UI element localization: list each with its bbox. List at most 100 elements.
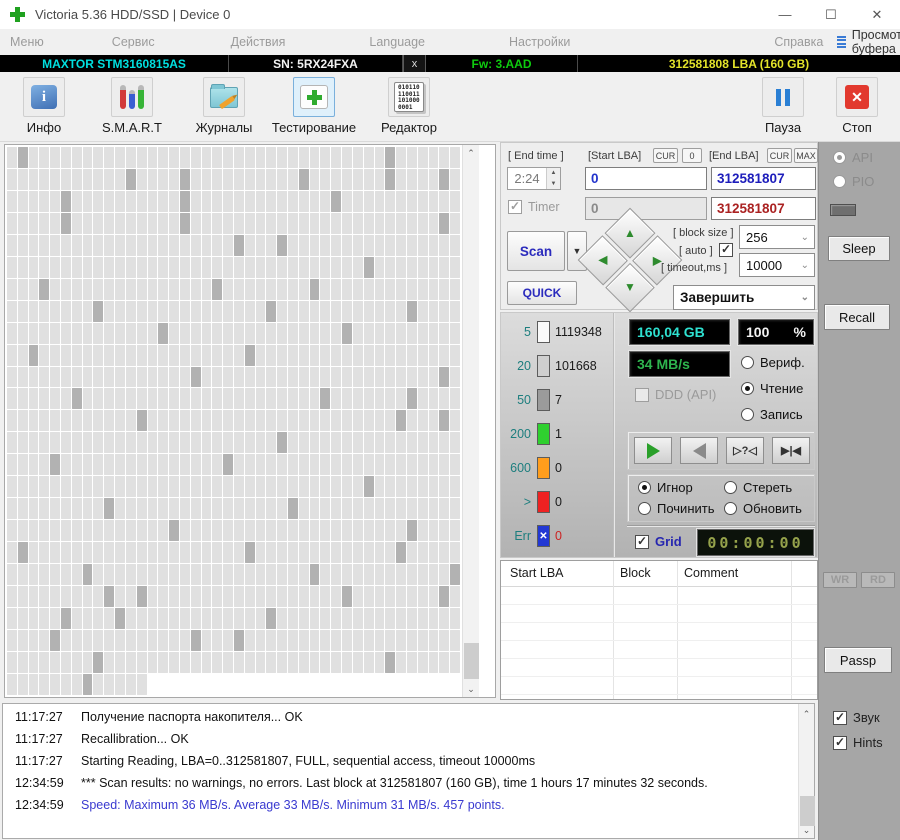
scan-block	[352, 629, 363, 651]
passp-button[interactable]: Passp	[824, 647, 892, 673]
scroll-down-icon[interactable]: ⌄	[463, 681, 479, 697]
scan-block	[288, 212, 298, 234]
scroll-up-icon[interactable]: ⌃	[463, 145, 479, 161]
stop-button[interactable]: ✕ Стоп	[826, 77, 888, 135]
scan-block	[61, 564, 71, 586]
scan-block	[406, 651, 417, 673]
quick-button[interactable]: QUICK	[507, 281, 577, 305]
on-finish-select[interactable]: Завершить ⌄	[673, 285, 815, 310]
end-time-spinner[interactable]: 2:24 ▲ ▼	[507, 167, 561, 190]
maximize-button[interactable]: ☐	[808, 0, 854, 29]
scan-block	[320, 629, 331, 651]
end-max-button[interactable]: MAX	[794, 148, 818, 163]
scan-block	[125, 234, 136, 256]
auto-checkbox[interactable]	[719, 242, 733, 257]
editor-button[interactable]: 010110 110011 101000 0001 Редактор	[366, 77, 452, 135]
scan-block	[93, 410, 104, 432]
grid-checkbox[interactable]: Grid	[635, 534, 682, 549]
scan-block	[179, 498, 190, 520]
start-zero-button[interactable]: 0	[682, 148, 702, 163]
scan-block	[309, 476, 320, 498]
device-close-button[interactable]: x	[403, 55, 426, 72]
buffer-view-button[interactable]: Просмотр буфера	[837, 28, 900, 56]
scan-block	[439, 651, 450, 673]
column-start-lba[interactable]: Start LBA	[510, 566, 564, 580]
minimize-button[interactable]: —	[762, 0, 808, 29]
scan-block	[28, 168, 39, 190]
scan-block	[169, 586, 179, 608]
scan-scrollbar[interactable]: ⌃ ⌄	[462, 145, 479, 697]
start-lba-input[interactable]: 0	[585, 167, 707, 190]
info-button[interactable]: i Инфо	[8, 77, 80, 135]
end-lba2-input[interactable]: 312581807	[711, 197, 816, 220]
scan-block	[255, 278, 266, 300]
scan-block	[158, 410, 169, 432]
column-comment[interactable]: Comment	[684, 566, 738, 580]
end-cur-button[interactable]: CUR	[767, 148, 792, 163]
close-button[interactable]: ✕	[854, 0, 900, 29]
block-size-select[interactable]: 256 ⌄	[739, 225, 815, 249]
recall-button[interactable]: Recall	[824, 304, 890, 330]
timeout-select[interactable]: 10000 ⌄	[739, 253, 815, 277]
scroll-down-icon[interactable]: ⌄	[799, 822, 814, 838]
scan-block	[255, 366, 266, 388]
scan-block	[277, 168, 288, 190]
scan-block	[342, 388, 352, 410]
scan-block	[179, 147, 190, 168]
menu-language[interactable]: Language	[355, 35, 439, 49]
scan-block	[309, 190, 320, 212]
scan-block	[233, 300, 244, 322]
scan-block	[255, 147, 266, 168]
sleep-button[interactable]: Sleep	[828, 236, 890, 261]
scan-block	[201, 410, 212, 432]
stat-row-600: 600 0	[501, 455, 613, 481]
seek-question-button[interactable]: ▷?◁	[726, 437, 764, 464]
scroll-up-icon[interactable]: ⌃	[799, 706, 814, 722]
start-cur-button[interactable]: CUR	[653, 148, 678, 163]
scan-block	[39, 388, 50, 410]
scan-block	[7, 454, 17, 476]
action-erase-radio[interactable]: Стереть	[724, 480, 792, 495]
column-block[interactable]: Block	[620, 566, 651, 580]
scan-block	[71, 476, 82, 498]
play-button[interactable]	[634, 437, 672, 464]
smart-button[interactable]: S.M.A.R.T	[84, 77, 180, 135]
scan-block	[28, 673, 39, 695]
menu-help[interactable]: Справка	[760, 35, 837, 49]
scan-block	[125, 190, 136, 212]
action-refresh-radio[interactable]: Обновить	[724, 501, 802, 516]
end-lba-input[interactable]: 312581807	[711, 167, 816, 190]
action-repair-radio[interactable]: Починить	[638, 501, 715, 516]
testing-button[interactable]: Тестирование	[262, 77, 366, 135]
scan-block	[439, 344, 450, 366]
action-ignore-radio[interactable]: Игнор	[638, 480, 693, 495]
scan-button[interactable]: Scan	[507, 231, 565, 271]
scan-block	[28, 432, 39, 454]
menu-service[interactable]: Сервис	[98, 35, 169, 49]
menu-actions[interactable]: Действия	[217, 35, 300, 49]
scan-block	[385, 278, 396, 300]
scroll-thumb[interactable]	[464, 643, 479, 679]
sound-checkbox[interactable]: Звук	[833, 710, 880, 725]
scan-block	[255, 520, 266, 542]
scan-block	[223, 147, 233, 168]
menu-main[interactable]: Меню	[0, 35, 58, 49]
scan-block	[417, 542, 428, 564]
pause-button[interactable]: Пауза	[752, 77, 814, 135]
scan-block	[417, 564, 428, 586]
mode-read-radio[interactable]: Чтение	[741, 381, 803, 396]
hints-checkbox[interactable]: Hints	[833, 735, 883, 750]
scan-block	[7, 410, 17, 432]
back-button[interactable]	[680, 437, 718, 464]
scan-block	[158, 651, 169, 673]
mode-write-radio[interactable]: Запись	[741, 407, 803, 422]
journals-button[interactable]: Журналы	[178, 77, 270, 135]
mode-verify-radio[interactable]: Вериф.	[741, 355, 805, 370]
log-scrollbar[interactable]: ⌃ ⌄	[798, 704, 815, 838]
scan-block	[115, 542, 125, 564]
scan-block	[352, 454, 363, 476]
timer-checkbox[interactable]: Timer	[508, 199, 559, 214]
seek-end-button[interactable]: ▶|◀	[772, 437, 810, 464]
spinner-arrows-icon[interactable]: ▲ ▼	[546, 168, 560, 189]
menu-settings[interactable]: Настройки	[495, 35, 584, 49]
